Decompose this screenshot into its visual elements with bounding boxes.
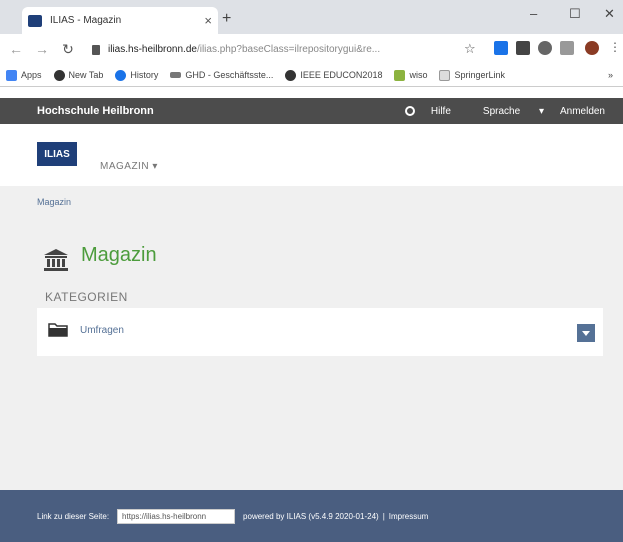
extension-icon[interactable] xyxy=(516,41,530,55)
profile-avatar[interactable] xyxy=(585,41,599,55)
permalink-label: Link zu dieser Seite: xyxy=(37,511,110,521)
page-title: Magazin xyxy=(81,244,157,266)
minimize-icon[interactable]: – xyxy=(530,6,537,21)
language-menu[interactable]: Sprache ▾ xyxy=(467,106,544,117)
more-bookmarks-icon[interactable]: » xyxy=(608,70,613,80)
new-tab-icon[interactable]: + xyxy=(222,10,231,28)
window-close-icon[interactable]: ✕ xyxy=(604,6,615,22)
bookmark-new-tab[interactable]: New Tab xyxy=(53,69,103,81)
powered-by: powered by ILIAS (v5.4.9 2020-01-24) xyxy=(243,511,379,521)
bookmarks-bar: Apps New Tab History GHD - Geschäftsste.… xyxy=(0,64,623,87)
permalink-input[interactable]: https://ilias.hs-heilbronn xyxy=(117,508,236,524)
lock-icon xyxy=(92,44,100,55)
caret-down-icon xyxy=(582,330,590,336)
list-item: Umfragen xyxy=(37,308,603,356)
folder-icon xyxy=(48,323,68,337)
close-tab-icon[interactable]: × xyxy=(204,13,212,28)
brand-name[interactable]: Hochschule Heilbronn xyxy=(37,105,154,117)
item-link-umfragen[interactable]: Umfragen xyxy=(80,325,124,336)
login-link[interactable]: Anmelden xyxy=(560,106,605,117)
bookmark-history[interactable]: History xyxy=(115,69,158,81)
extension-icon[interactable] xyxy=(560,41,574,55)
impressum-link[interactable]: Impressum xyxy=(389,512,429,521)
extension-icon[interactable] xyxy=(494,41,508,55)
repository-building-icon xyxy=(44,249,68,271)
help-link[interactable]: Hilfe xyxy=(431,106,451,117)
actions-dropdown-button[interactable] xyxy=(577,324,595,342)
forward-icon[interactable]: → xyxy=(32,41,52,57)
bookmark-wiso[interactable]: wiso xyxy=(394,69,427,81)
apps-grid-icon xyxy=(6,69,17,81)
maximize-icon[interactable]: ☐ xyxy=(569,6,581,22)
breadcrumb[interactable]: Magazin xyxy=(37,197,71,207)
ilias-logo[interactable]: ILIAS xyxy=(37,142,77,166)
browser-menu-icon[interactable]: ⋮ xyxy=(609,40,621,54)
browser-tab-bar: ILIAS - Magazin × + – ☐ ✕ xyxy=(0,0,623,34)
bookmark-star-icon[interactable]: ☆ xyxy=(464,41,476,57)
ilias-favicon-icon xyxy=(28,14,42,27)
caret-down-icon: ▾ xyxy=(538,105,544,117)
main-menu-magazin[interactable]: MAGAZIN ▾ xyxy=(100,161,158,172)
wiso-icon xyxy=(394,69,406,81)
bookmark-apps[interactable]: Apps xyxy=(6,69,42,81)
bookmark-ghd[interactable]: GHD - Geschäftsste... xyxy=(170,70,273,80)
springer-icon xyxy=(439,69,451,81)
bookmark-ieee[interactable]: IEEE EDUCON2018 xyxy=(285,69,382,81)
footer-separator: | xyxy=(382,511,385,521)
main-content: Magazin Magazin KATEGORIEN Umfragen xyxy=(0,186,623,490)
top-bar: Hochschule Heilbronn Hilfe Sprache ▾ Anm… xyxy=(0,98,623,124)
back-icon[interactable]: ← xyxy=(6,41,26,57)
url-path: /ilias.php?baseClass=ilrepositorygui&re.… xyxy=(196,44,381,55)
url-input[interactable]: ilias.hs-heilbronn.de /ilias.php?baseCla… xyxy=(92,39,458,60)
url-host: ilias.hs-heilbronn.de xyxy=(108,44,197,55)
extension-icon[interactable] xyxy=(538,41,552,55)
browser-tab[interactable]: ILIAS - Magazin × xyxy=(22,7,218,34)
tab-title: ILIAS - Magazin xyxy=(50,15,122,26)
section-heading: KATEGORIEN xyxy=(45,290,128,304)
history-icon xyxy=(115,69,127,81)
search-icon[interactable] xyxy=(404,106,415,116)
page-header: ILIAS MAGAZIN ▾ xyxy=(0,124,623,186)
globe-icon xyxy=(53,69,65,81)
reload-icon[interactable]: ↻ xyxy=(58,41,78,58)
globe-icon xyxy=(285,69,297,81)
footer: Link zu dieser Seite: https://ilias.hs-h… xyxy=(0,490,623,542)
bookmark-springerlink[interactable]: SpringerLink xyxy=(439,69,505,81)
ghd-icon xyxy=(170,72,182,78)
caret-down-icon: ▾ xyxy=(152,161,158,172)
